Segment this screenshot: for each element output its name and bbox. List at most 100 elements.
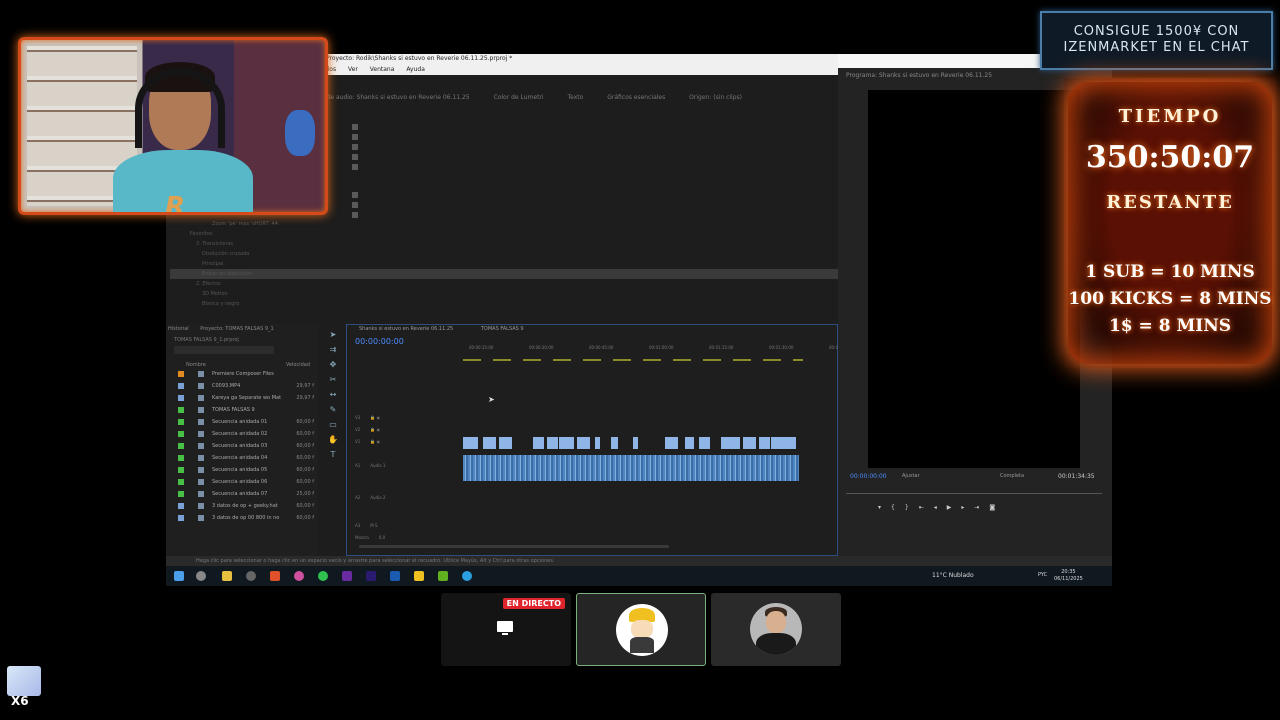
track-a2[interactable]: A2 Audio 2 — [355, 495, 459, 507]
go-to-out-icon[interactable]: ⇥ — [974, 504, 979, 516]
project-item[interactable]: Secuencia anidada 07 25,00 f — [166, 488, 318, 500]
step-back-icon[interactable]: ◂ — [934, 504, 937, 516]
telegram-icon[interactable] — [462, 571, 472, 581]
tab-audio-mixer[interactable]: ico de audio: Shanks si estuvo en Reveri… — [316, 94, 470, 101]
video-clip[interactable] — [743, 437, 757, 449]
work-area-bar[interactable] — [463, 359, 803, 361]
in-point-icon[interactable]: { — [891, 504, 895, 516]
tab-source[interactable]: Origen: (sin clips) — [689, 94, 742, 101]
export-frame-icon[interactable]: ◙ — [989, 504, 995, 516]
after-effects-icon[interactable] — [342, 571, 352, 581]
effect-item[interactable]: Principal — [170, 259, 838, 269]
track-a3[interactable]: A3 M S — [355, 523, 459, 535]
effect-item[interactable]: 3D Motion — [170, 289, 838, 299]
project-item[interactable]: Secuencia anidada 05 60,00 f — [166, 464, 318, 476]
track-a1[interactable]: A1 Audio 1 — [355, 463, 459, 475]
slip-tool-icon[interactable]: ↔ — [330, 390, 337, 399]
track-v3[interactable]: V3 🔒 ◉ — [355, 415, 459, 427]
play-icon[interactable]: ▶ — [947, 504, 952, 516]
step-forward-icon[interactable]: ▸ — [961, 504, 964, 516]
video-clip[interactable] — [595, 437, 601, 449]
audio-clip-a1[interactable] — [463, 455, 799, 481]
project-item[interactable]: C0093.MP4 29,97 f — [166, 380, 318, 392]
text-tool-icon[interactable]: T — [331, 450, 336, 459]
video-clip[interactable] — [577, 437, 591, 449]
effect-item[interactable]: Blanco y negro — [170, 299, 838, 309]
razor-tool-icon[interactable]: ✂ — [330, 375, 337, 384]
tab-sequence-main[interactable]: Shanks si estuvo en Reverie 06.11.25 — [359, 326, 453, 332]
video-clip[interactable] — [759, 437, 771, 449]
store-icon[interactable] — [438, 571, 448, 581]
video-clip[interactable] — [685, 437, 695, 449]
tab-project[interactable]: Proyecto: TOMAS FALSAS 9_1 — [200, 326, 273, 332]
effect-folder[interactable]: 3. Transiciones — [170, 239, 838, 249]
photoshop-icon[interactable] — [390, 571, 400, 581]
video-track-v1-clips[interactable] — [463, 437, 799, 449]
project-item[interactable]: 3 datos de op + geeky.hat 60,00 f — [166, 500, 318, 512]
brave-browser-icon[interactable] — [270, 571, 280, 581]
project-item[interactable]: TOMAS FALSAS 9 — [166, 404, 318, 416]
video-clip[interactable] — [547, 437, 559, 449]
video-clip[interactable] — [499, 437, 513, 449]
selection-tool-icon[interactable]: ➤ — [330, 330, 337, 339]
tab-essential-graphics[interactable]: Gráficos esenciales — [607, 94, 665, 101]
project-item[interactable]: Secuencia anidada 03 60,00 f — [166, 440, 318, 452]
taskbar-clock[interactable]: 20:35 06/11/2025 — [1054, 569, 1083, 583]
timeline-ruler[interactable]: 00:00:15:00 00:00:30:00 00:00:45:00 00:0… — [463, 343, 839, 357]
track-v1[interactable]: V1 🔒 ◉ — [355, 439, 459, 451]
label-color-swatch[interactable] — [178, 407, 184, 413]
label-color-swatch[interactable] — [178, 395, 184, 401]
quality-dropdown[interactable]: Completa — [1000, 473, 1024, 479]
effect-folder[interactable]: 2. Efectos — [170, 279, 838, 289]
menu-help[interactable]: Ayuda — [406, 66, 425, 73]
tab-history[interactable]: Historial — [168, 326, 189, 332]
video-clip[interactable] — [483, 437, 497, 449]
label-color-swatch[interactable] — [178, 491, 184, 497]
marker-icon[interactable]: ▾ — [878, 504, 881, 516]
tab-text[interactable]: Texto — [567, 94, 583, 101]
timeline-timecode[interactable]: 00:00:00:00 — [355, 337, 404, 346]
pen-tool-icon[interactable]: ✎ — [330, 405, 337, 414]
file-explorer-icon[interactable] — [222, 571, 232, 581]
fit-dropdown[interactable]: Ajustar — [902, 473, 920, 479]
menu-window[interactable]: Ventana — [370, 66, 395, 73]
rectangle-tool-icon[interactable]: ▭ — [329, 420, 337, 429]
tab-sequence-tomas[interactable]: TOMAS FALSAS 9 — [481, 326, 524, 332]
ripple-edit-icon[interactable]: ✥ — [330, 360, 337, 369]
track-v2[interactable]: V2 🔒 ◉ — [355, 427, 459, 439]
video-clip[interactable] — [463, 437, 479, 449]
label-color-swatch[interactable] — [178, 515, 184, 521]
effect-item-selected[interactable]: Entrar en disolución — [170, 269, 838, 279]
label-color-swatch[interactable] — [178, 371, 184, 377]
video-clip[interactable] — [771, 437, 797, 449]
label-color-swatch[interactable] — [178, 455, 184, 461]
premiere-pro-icon[interactable] — [366, 571, 376, 581]
project-item[interactable]: Secuencia anidada 04 60,00 f — [166, 452, 318, 464]
video-clip[interactable] — [699, 437, 711, 449]
video-clip[interactable] — [533, 437, 545, 449]
project-item[interactable]: Secuencia anidada 01 60,00 f — [166, 416, 318, 428]
menu-view[interactable]: Ver — [348, 66, 358, 73]
label-color-swatch[interactable] — [178, 383, 184, 389]
timeline-scrollbar[interactable] — [359, 545, 669, 548]
video-clip[interactable] — [731, 437, 741, 449]
language-indicator[interactable]: PYC — [1038, 572, 1047, 578]
video-clip[interactable] — [559, 437, 575, 449]
search-icon[interactable] — [196, 571, 206, 581]
clock-app-icon[interactable] — [246, 571, 256, 581]
video-clip[interactable] — [611, 437, 619, 449]
program-scrubber[interactable] — [846, 488, 1102, 494]
label-color-swatch[interactable] — [178, 419, 184, 425]
effect-item[interactable]: Disolución cruzada — [170, 249, 838, 259]
effect-item[interactable]: Zoom 'pe' mas 'sHORT' 44 — [170, 219, 838, 229]
tab-lumetri[interactable]: Color de Lumetri — [494, 94, 544, 101]
browser-icon[interactable] — [294, 571, 304, 581]
project-item[interactable]: Secuencia anidada 06 60,00 f — [166, 476, 318, 488]
project-item[interactable]: Premiere Composer Files — [166, 368, 318, 380]
track-select-icon[interactable]: ⇉ — [330, 345, 337, 354]
effect-folder[interactable]: Favoritos — [170, 229, 838, 239]
label-color-swatch[interactable] — [178, 443, 184, 449]
out-point-icon[interactable]: } — [905, 504, 909, 516]
participant-tile[interactable] — [711, 593, 841, 666]
label-color-swatch[interactable] — [178, 503, 184, 509]
